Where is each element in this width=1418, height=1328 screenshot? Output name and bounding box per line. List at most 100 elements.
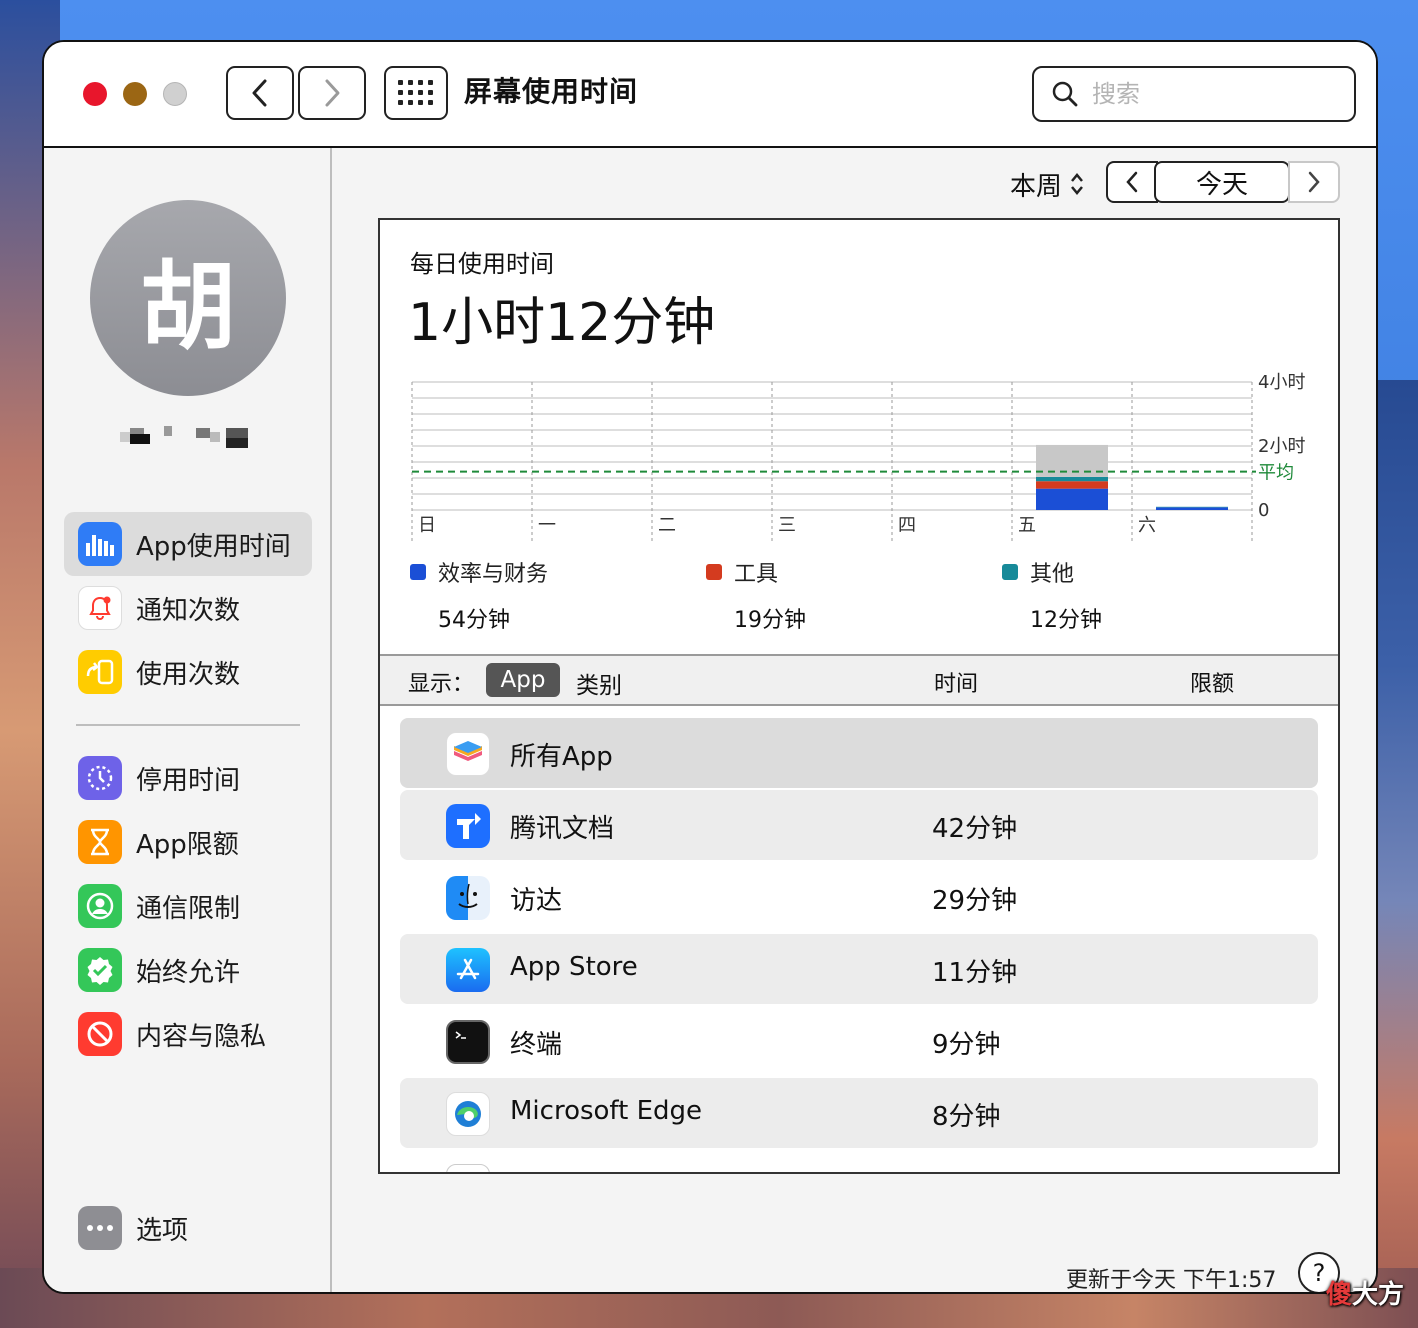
list-item[interactable]: 所有App [400, 718, 1318, 788]
app-name: Microsoft Edge [510, 1096, 703, 1126]
bar-segment [1036, 488, 1108, 510]
date-navigator: 今天 [1106, 160, 1340, 204]
app-name: 所有App [510, 742, 613, 772]
chevron-right-icon [1308, 171, 1320, 193]
app-icon [446, 1164, 490, 1172]
sidebar-item-content-privacy[interactable]: 内容与隐私 [64, 1002, 312, 1066]
column-header-limit[interactable]: 限额 [1190, 666, 1234, 698]
sidebar-item-label: App限额 [136, 829, 239, 860]
zoom-window-button[interactable] [163, 82, 187, 106]
bar-chart-icon [78, 522, 122, 566]
y-tick-label: 4小时 [1258, 372, 1305, 393]
watermark: 傻大方 [1326, 1280, 1405, 1310]
sidebar-item-app-limits[interactable]: App限额 [64, 810, 312, 874]
y-tick-label: 2小时 [1258, 436, 1305, 457]
checkmark-badge-icon [78, 948, 122, 992]
sidebar-item-label: 使用次数 [136, 659, 241, 690]
next-week-button[interactable] [1288, 161, 1340, 203]
legend-name: 工具 [734, 562, 779, 587]
search-field[interactable] [1032, 66, 1356, 122]
weekly-usage-chart: 日 一 二 三 四 五 六 平均 4小时 2小时 0 [411, 372, 1305, 544]
column-header-time[interactable]: 时间 [934, 666, 978, 698]
sidebar-item-communication-limits[interactable]: 通信限制 [64, 874, 312, 938]
bar-segment [1156, 506, 1228, 508]
legend-value: 19分钟 [734, 608, 806, 633]
period-label: 本周 [1010, 171, 1063, 202]
close-window-button[interactable] [83, 82, 107, 106]
daily-usage-label: 每日使用时间 [410, 250, 554, 278]
forward-button[interactable] [298, 66, 366, 120]
x-tick-label: 五 [1018, 515, 1036, 536]
back-button[interactable] [226, 66, 294, 120]
list-item-partial[interactable] [400, 1150, 1318, 1172]
contact-icon [78, 884, 122, 928]
list-item[interactable]: 访达 29分钟 [400, 862, 1318, 932]
search-icon [1052, 81, 1078, 107]
legend-item: 工具 19分钟 [706, 556, 806, 634]
app-name: App Store [510, 952, 638, 982]
segment-category[interactable]: 类别 [576, 666, 622, 700]
sidebar-item-downtime[interactable]: 停用时间 [64, 746, 312, 810]
period-selector[interactable]: 本周 [1010, 162, 1086, 206]
legend-value: 54分钟 [438, 608, 510, 633]
chevron-left-icon [1126, 171, 1138, 193]
show-label: 显示： [408, 672, 475, 697]
legend-item: 效率与财务 54分钟 [410, 556, 548, 634]
app-time: 29分钟 [932, 886, 1018, 916]
usage-panel: 每日使用时间 1小时12分钟 日 一 二 三 四 五 六 平均 4小时 2小时 0 效率与财务 54… [378, 218, 1340, 1174]
x-tick-label: 六 [1138, 515, 1156, 536]
grid-icon [398, 80, 433, 105]
app-name: 终端 [510, 1030, 563, 1060]
stack-icon [446, 732, 490, 776]
restrict-icon [78, 1012, 122, 1056]
sidebar-item-label: 停用时间 [136, 765, 241, 796]
app-time: 42分钟 [932, 814, 1018, 844]
bar-segment [1036, 481, 1108, 489]
sidebar-item-app-usage[interactable]: App使用时间 [64, 512, 312, 576]
pickup-icon [78, 650, 122, 694]
daily-usage-value: 1小时12分钟 [408, 293, 716, 353]
x-tick-label: 三 [778, 515, 796, 536]
username-pixelated [114, 426, 254, 448]
legend-name: 效率与财务 [438, 562, 549, 587]
sidebar-item-options[interactable]: 选项 [64, 1196, 312, 1260]
list-item[interactable]: App Store 11分钟 [400, 934, 1318, 1004]
x-tick-label: 日 [418, 515, 436, 536]
edge-icon [446, 1092, 490, 1136]
terminal-icon [446, 1020, 490, 1064]
finder-icon [446, 876, 490, 920]
bar-segment [1036, 476, 1108, 482]
sidebar-divider [76, 724, 300, 726]
sidebar-item-notifications[interactable]: 通知次数 [64, 576, 312, 640]
search-input[interactable] [1090, 79, 1334, 109]
screen-time-window: 屏幕使用时间 胡 App使用时间 [42, 40, 1378, 1294]
list-item[interactable]: 腾讯文档 42分钟 [400, 790, 1318, 860]
sidebar-item-label: 通信限制 [136, 893, 241, 924]
list-item[interactable]: Microsoft Edge 8分钟 [400, 1078, 1318, 1148]
sidebar-item-label: App使用时间 [136, 531, 291, 562]
chevron-right-icon [325, 79, 340, 107]
titlebar: 屏幕使用时间 [44, 42, 1376, 148]
window-title: 屏幕使用时间 [464, 75, 639, 108]
user-avatar[interactable]: 胡 [90, 200, 286, 396]
sidebar-item-always-allowed[interactable]: 始终允许 [64, 938, 312, 1002]
sidebar-item-label: 通知次数 [136, 595, 241, 626]
x-tick-label: 四 [898, 515, 916, 536]
previous-week-button[interactable] [1106, 161, 1158, 203]
legend-swatch [410, 564, 426, 580]
show-all-preferences-button[interactable] [384, 66, 448, 120]
x-tick-label: 二 [658, 515, 676, 536]
app-name: 腾讯文档 [510, 814, 615, 844]
last-updated-text: 更新于今天 下午1:57 [1066, 1268, 1277, 1293]
sidebar: 胡 App使用时间 通知次数 使用次数 停用时间 App限额 通信限制 始终允许… [44, 148, 332, 1292]
sidebar-item-pickups[interactable]: 使用次数 [64, 640, 312, 704]
list-item[interactable]: 终端 9分钟 [400, 1006, 1318, 1076]
avatar-initial: 胡 [140, 250, 236, 363]
minimize-window-button[interactable] [123, 82, 147, 106]
x-tick-label: 一 [538, 515, 556, 536]
more-icon [78, 1206, 122, 1250]
today-button[interactable]: 今天 [1154, 161, 1290, 203]
segment-app[interactable]: App [486, 663, 560, 697]
legend-item: 其他 12分钟 [1002, 556, 1102, 634]
average-label: 平均 [1258, 463, 1294, 484]
